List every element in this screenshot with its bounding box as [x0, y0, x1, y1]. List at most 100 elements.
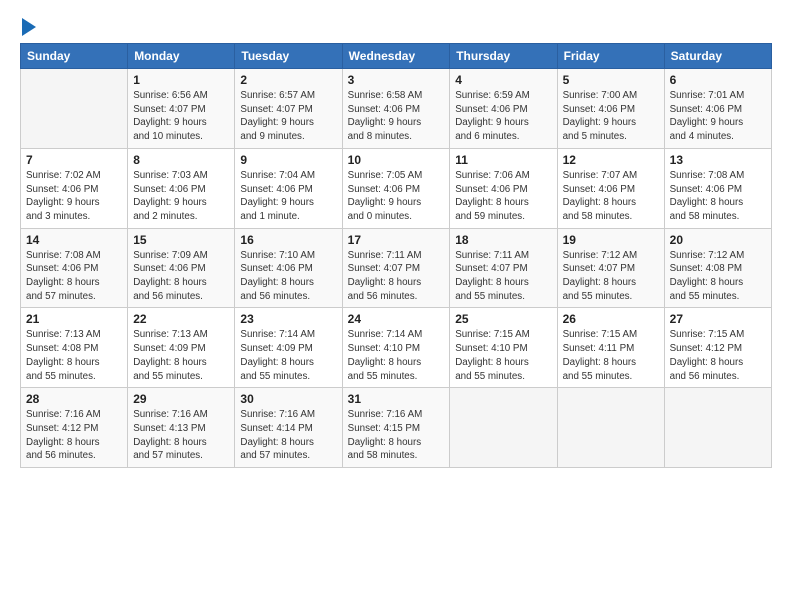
calendar-week-row: 21 Sunrise: 7:13 AM Sunset: 4:08 PM Dayli…	[21, 308, 772, 388]
weekday-header: Saturday	[664, 44, 771, 69]
calendar-table: SundayMondayTuesdayWednesdayThursdayFrid…	[20, 43, 772, 468]
day-info: Sunrise: 7:11 AM Sunset: 4:07 PM Dayligh…	[348, 249, 445, 304]
calendar-cell: 3 Sunrise: 6:58 AM Sunset: 4:06 PM Daylig…	[342, 69, 450, 149]
day-number: 4	[455, 73, 551, 87]
calendar-cell: 9 Sunrise: 7:04 AM Sunset: 4:06 PM Daylig…	[235, 148, 342, 228]
logo	[20, 18, 37, 33]
day-info: Sunrise: 6:58 AM Sunset: 4:06 PM Dayligh…	[348, 89, 445, 144]
day-number: 8	[133, 153, 229, 167]
day-number: 16	[240, 233, 336, 247]
day-number: 29	[133, 392, 229, 406]
day-number: 12	[563, 153, 659, 167]
weekday-header: Monday	[128, 44, 235, 69]
day-info: Sunrise: 7:15 AM Sunset: 4:12 PM Dayligh…	[670, 328, 766, 383]
day-number: 25	[455, 312, 551, 326]
calendar-cell: 23 Sunrise: 7:14 AM Sunset: 4:09 PM Dayli…	[235, 308, 342, 388]
calendar-cell: 12 Sunrise: 7:07 AM Sunset: 4:06 PM Dayli…	[557, 148, 664, 228]
calendar-cell: 25 Sunrise: 7:15 AM Sunset: 4:10 PM Dayli…	[450, 308, 557, 388]
day-number: 22	[133, 312, 229, 326]
day-info: Sunrise: 7:07 AM Sunset: 4:06 PM Dayligh…	[563, 169, 659, 224]
day-number: 20	[670, 233, 766, 247]
calendar-week-row: 7 Sunrise: 7:02 AM Sunset: 4:06 PM Daylig…	[21, 148, 772, 228]
day-number: 5	[563, 73, 659, 87]
calendar-cell: 26 Sunrise: 7:15 AM Sunset: 4:11 PM Dayli…	[557, 308, 664, 388]
calendar-cell: 31 Sunrise: 7:16 AM Sunset: 4:15 PM Dayli…	[342, 388, 450, 468]
weekday-header: Wednesday	[342, 44, 450, 69]
day-info: Sunrise: 7:06 AM Sunset: 4:06 PM Dayligh…	[455, 169, 551, 224]
calendar-cell: 7 Sunrise: 7:02 AM Sunset: 4:06 PM Daylig…	[21, 148, 128, 228]
day-number: 10	[348, 153, 445, 167]
day-number: 3	[348, 73, 445, 87]
day-number: 18	[455, 233, 551, 247]
calendar-cell	[664, 388, 771, 468]
calendar-week-row: 1 Sunrise: 6:56 AM Sunset: 4:07 PM Daylig…	[21, 69, 772, 149]
day-info: Sunrise: 7:02 AM Sunset: 4:06 PM Dayligh…	[26, 169, 122, 224]
calendar-week-row: 28Sunrise: 7:16 AM Sunset: 4:12 PM Dayli…	[21, 388, 772, 468]
day-info: Sunrise: 6:59 AM Sunset: 4:06 PM Dayligh…	[455, 89, 551, 144]
calendar-cell: 5Sunrise: 7:00 AM Sunset: 4:06 PM Daylig…	[557, 69, 664, 149]
page-container: SundayMondayTuesdayWednesdayThursdayFrid…	[0, 0, 792, 478]
day-info: Sunrise: 7:03 AM Sunset: 4:06 PM Dayligh…	[133, 169, 229, 224]
weekday-header: Thursday	[450, 44, 557, 69]
day-number: 24	[348, 312, 445, 326]
calendar-cell: 4 Sunrise: 6:59 AM Sunset: 4:06 PM Daylig…	[450, 69, 557, 149]
day-info: Sunrise: 7:10 AM Sunset: 4:06 PM Dayligh…	[240, 249, 336, 304]
calendar-cell	[557, 388, 664, 468]
calendar-cell: 30Sunrise: 7:16 AM Sunset: 4:14 PM Dayli…	[235, 388, 342, 468]
calendar-cell: 27 Sunrise: 7:15 AM Sunset: 4:12 PM Dayli…	[664, 308, 771, 388]
calendar-cell: 20 Sunrise: 7:12 AM Sunset: 4:08 PM Dayli…	[664, 228, 771, 308]
calendar-cell: 24 Sunrise: 7:14 AM Sunset: 4:10 PM Dayli…	[342, 308, 450, 388]
day-info: Sunrise: 7:13 AM Sunset: 4:09 PM Dayligh…	[133, 328, 229, 383]
calendar-cell	[21, 69, 128, 149]
day-number: 28	[26, 392, 122, 406]
day-number: 6	[670, 73, 766, 87]
weekday-header: Friday	[557, 44, 664, 69]
day-info: Sunrise: 7:09 AM Sunset: 4:06 PM Dayligh…	[133, 249, 229, 304]
calendar-cell: 13Sunrise: 7:08 AM Sunset: 4:06 PM Dayli…	[664, 148, 771, 228]
weekday-header: Sunday	[21, 44, 128, 69]
day-number: 19	[563, 233, 659, 247]
calendar-cell: 2Sunrise: 6:57 AM Sunset: 4:07 PM Daylig…	[235, 69, 342, 149]
page-header	[20, 18, 772, 33]
day-number: 17	[348, 233, 445, 247]
day-info: Sunrise: 7:16 AM Sunset: 4:15 PM Dayligh…	[348, 408, 445, 463]
day-info: Sunrise: 7:04 AM Sunset: 4:06 PM Dayligh…	[240, 169, 336, 224]
day-number: 7	[26, 153, 122, 167]
day-number: 9	[240, 153, 336, 167]
day-number: 14	[26, 233, 122, 247]
calendar-cell: 17 Sunrise: 7:11 AM Sunset: 4:07 PM Dayli…	[342, 228, 450, 308]
calendar-cell: 1 Sunrise: 6:56 AM Sunset: 4:07 PM Daylig…	[128, 69, 235, 149]
day-number: 15	[133, 233, 229, 247]
day-info: Sunrise: 7:13 AM Sunset: 4:08 PM Dayligh…	[26, 328, 122, 383]
day-number: 21	[26, 312, 122, 326]
day-info: Sunrise: 7:15 AM Sunset: 4:11 PM Dayligh…	[563, 328, 659, 383]
calendar-header-row: SundayMondayTuesdayWednesdayThursdayFrid…	[21, 44, 772, 69]
calendar-week-row: 14 Sunrise: 7:08 AM Sunset: 4:06 PM Dayli…	[21, 228, 772, 308]
day-info: Sunrise: 7:15 AM Sunset: 4:10 PM Dayligh…	[455, 328, 551, 383]
calendar-cell: 28Sunrise: 7:16 AM Sunset: 4:12 PM Dayli…	[21, 388, 128, 468]
day-info: Sunrise: 6:56 AM Sunset: 4:07 PM Dayligh…	[133, 89, 229, 144]
day-info: Sunrise: 7:12 AM Sunset: 4:08 PM Dayligh…	[670, 249, 766, 304]
calendar-cell: 18 Sunrise: 7:11 AM Sunset: 4:07 PM Dayli…	[450, 228, 557, 308]
calendar-cell: 6Sunrise: 7:01 AM Sunset: 4:06 PM Daylig…	[664, 69, 771, 149]
day-number: 31	[348, 392, 445, 406]
day-number: 2	[240, 73, 336, 87]
calendar-cell	[450, 388, 557, 468]
day-number: 23	[240, 312, 336, 326]
calendar-cell: 19 Sunrise: 7:12 AM Sunset: 4:07 PM Dayli…	[557, 228, 664, 308]
day-number: 30	[240, 392, 336, 406]
day-info: Sunrise: 7:14 AM Sunset: 4:10 PM Dayligh…	[348, 328, 445, 383]
calendar-cell: 22 Sunrise: 7:13 AM Sunset: 4:09 PM Dayli…	[128, 308, 235, 388]
day-info: Sunrise: 7:14 AM Sunset: 4:09 PM Dayligh…	[240, 328, 336, 383]
day-info: Sunrise: 7:08 AM Sunset: 4:06 PM Dayligh…	[26, 249, 122, 304]
weekday-header: Tuesday	[235, 44, 342, 69]
day-number: 27	[670, 312, 766, 326]
day-number: 26	[563, 312, 659, 326]
day-info: Sunrise: 7:12 AM Sunset: 4:07 PM Dayligh…	[563, 249, 659, 304]
day-number: 11	[455, 153, 551, 167]
calendar-cell: 8 Sunrise: 7:03 AM Sunset: 4:06 PM Daylig…	[128, 148, 235, 228]
day-info: Sunrise: 7:16 AM Sunset: 4:13 PM Dayligh…	[133, 408, 229, 463]
day-info: Sunrise: 7:11 AM Sunset: 4:07 PM Dayligh…	[455, 249, 551, 304]
day-number: 1	[133, 73, 229, 87]
calendar-cell: 14 Sunrise: 7:08 AM Sunset: 4:06 PM Dayli…	[21, 228, 128, 308]
